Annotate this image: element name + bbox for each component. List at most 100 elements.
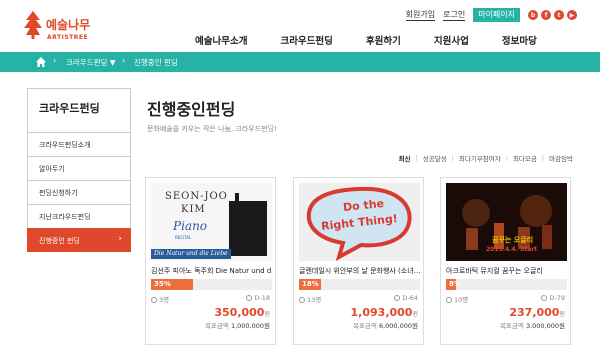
poster-line1: SEON-JOO	[165, 191, 228, 202]
sidebar-item-intro[interactable]: 크라우드펀딩소개	[27, 132, 131, 156]
people-text: 13명	[307, 296, 322, 304]
amount-text: 350,000	[214, 306, 265, 319]
progress-bar: 35%	[151, 279, 272, 290]
card-image[interactable]: 꿈꾸는 오글리 2015.4.4. Start	[446, 183, 567, 261]
progress-percent: 8%	[449, 280, 461, 288]
user-icon	[299, 297, 305, 303]
poster-line3: Piano	[173, 219, 208, 233]
supporter-count: 13명	[299, 294, 321, 304]
facebook-icon[interactable]: f	[541, 10, 551, 20]
funding-card[interactable]: SEON-JOO KIM Piano RECITAL Die Natur und…	[145, 177, 276, 345]
divider: |	[451, 154, 454, 162]
sidebar-item-apply[interactable]: 펀딩신청하기	[27, 180, 131, 204]
card-title[interactable]: 아크로바틱 뮤지컬 꿈꾸는 오글리	[446, 266, 567, 276]
goal-text: 1,000,000원	[230, 322, 270, 330]
twitter-icon[interactable]: t	[554, 10, 564, 20]
sidebar-item-past[interactable]: 지난크라우드펀딩	[27, 204, 131, 228]
people-text: 3명	[159, 296, 170, 304]
clock-icon	[541, 295, 548, 301]
sort-options: 최신 | 성공달성 | 최다기부참여자 | 최다모금 | 마감임박	[394, 153, 573, 163]
dday-text: D-64	[402, 294, 418, 302]
sidebar-item-label: 지난크라우드펀딩	[39, 213, 91, 221]
goal-amount: 목표금액 6,000,000원	[353, 320, 418, 330]
tree-logo-icon	[24, 11, 42, 39]
sort-most-raised[interactable]: 최다모금	[513, 153, 537, 163]
sort-most-donors[interactable]: 최다기부참여자	[459, 153, 501, 163]
days-left: D-64	[394, 294, 418, 302]
chevron-right-icon: ›	[122, 56, 126, 65]
days-left: D-79	[541, 294, 565, 302]
chevron-right-icon: ›	[118, 234, 122, 244]
site-logo[interactable]: 예술나무 ARTISTREE	[22, 10, 92, 44]
sort-latest[interactable]: 최신	[399, 153, 411, 163]
breadcrumb-level1[interactable]: 크라우드펀딩 ▼	[66, 57, 116, 68]
divider: |	[541, 154, 545, 162]
progress-percent: 35%	[154, 280, 171, 288]
poster-date: 2015.4.4. Start	[486, 246, 538, 253]
sidebar-item-label: 크라우드펀딩소개	[39, 141, 91, 149]
breadcrumb-level2[interactable]: 진행중인 펀딩	[134, 57, 178, 68]
card-title[interactable]: 김선주 피아노 독주회 Die Natur und d…	[151, 266, 272, 276]
poster-title: 꿈꾸는 오글리	[492, 236, 534, 244]
people-text: 10명	[454, 296, 469, 304]
logo-sub: ARTISTREE	[47, 34, 89, 41]
goal-label: 목표금액	[499, 322, 524, 330]
raised-amount: 350,000원	[214, 306, 270, 319]
page-title: 진행중인펀딩	[147, 100, 236, 119]
days-left: D-18	[246, 294, 270, 302]
user-icon	[446, 297, 452, 303]
poster-line5: Die Natur und die Liebe	[154, 250, 228, 257]
goal-text: 6,000,000원	[378, 322, 418, 330]
clock-icon	[394, 295, 401, 301]
sidebar-item-ongoing[interactable]: 진행중인 펀딩 ›	[27, 228, 131, 252]
currency-unit: 원	[412, 311, 418, 318]
user-icon	[151, 297, 157, 303]
chevron-right-icon: ›	[53, 56, 57, 65]
gnb-item-about[interactable]: 예술나무소개	[195, 33, 247, 47]
breadcrumb: › 크라우드펀딩 ▼ › 진행중인 펀딩	[0, 52, 600, 72]
mypage-button[interactable]: 마이페이지	[473, 8, 520, 22]
join-link[interactable]: 회원가입	[405, 9, 436, 21]
raised-amount: 1,093,000원	[351, 306, 418, 319]
divider: |	[415, 154, 418, 162]
progress-bar: 8%	[446, 279, 567, 290]
sidebar: 크라우드펀딩 크라우드펀딩소개 알아두기 펀딩신청하기 지난크라우드펀딩 진행중…	[27, 88, 131, 252]
supporter-count: 3명	[151, 294, 169, 304]
progress-bar: 18%	[299, 279, 420, 290]
goal-amount: 목표금액 1,000,000원	[205, 320, 270, 330]
gnb-item-crowdfunding[interactable]: 크라우드펀딩	[280, 33, 332, 47]
card-image[interactable]: SEON-JOO KIM Piano RECITAL Die Natur und…	[151, 183, 272, 261]
amount-text: 1,093,000	[350, 306, 413, 319]
goal-label: 목표금액	[352, 322, 377, 330]
goal-text: 3,000,000원	[525, 322, 565, 330]
sort-closing-soon[interactable]: 마감임박	[549, 153, 573, 163]
supporter-count: 10명	[446, 294, 468, 304]
clock-icon	[246, 295, 253, 301]
sidebar-item-guide[interactable]: 알아두기	[27, 156, 131, 180]
youtube-icon[interactable]: ▶	[567, 10, 577, 20]
gnb-item-donate[interactable]: 후원하기	[366, 33, 401, 47]
progress-percent: 18%	[302, 280, 319, 288]
gnb-item-info[interactable]: 정보마당	[502, 33, 537, 47]
card-image[interactable]: Do the Right Thing!	[299, 183, 420, 261]
sidebar-item-label: 알아두기	[39, 165, 65, 173]
sidebar-title: 크라우드펀딩	[27, 88, 131, 132]
funding-card[interactable]: Do the Right Thing! 글렌데일시 위안부의 날 문화행사 (소…	[293, 177, 424, 345]
sidebar-item-label: 펀딩신청하기	[39, 189, 78, 197]
goal-amount: 목표금액 3,000,000원	[500, 320, 565, 330]
raised-amount: 237,000원	[509, 306, 565, 319]
sort-success[interactable]: 성공달성	[423, 153, 447, 163]
gnb-item-support[interactable]: 지원사업	[434, 33, 469, 47]
poster-line2: KIM	[181, 204, 206, 215]
sidebar-item-label: 진행중인 펀딩	[39, 237, 80, 245]
divider: |	[505, 154, 508, 162]
funding-card[interactable]: 꿈꾸는 오글리 2015.4.4. Start 아크로바틱 뮤지컬 꿈꾸는 오글…	[440, 177, 571, 345]
blog-icon[interactable]: b	[528, 10, 538, 20]
login-link[interactable]: 로그인	[443, 9, 466, 21]
currency-unit: 원	[559, 311, 565, 318]
top-links: 회원가입 로그인 마이페이지 b f t ▶	[405, 8, 580, 22]
home-icon[interactable]	[35, 56, 47, 68]
card-title[interactable]: 글렌데일시 위안부의 날 문화행사 (소녀…	[299, 266, 420, 276]
goal-label: 목표금액	[204, 322, 229, 330]
page-subtitle: 문화예술을 키우는 작은 나눔, 크라우드펀딩!	[147, 125, 277, 133]
